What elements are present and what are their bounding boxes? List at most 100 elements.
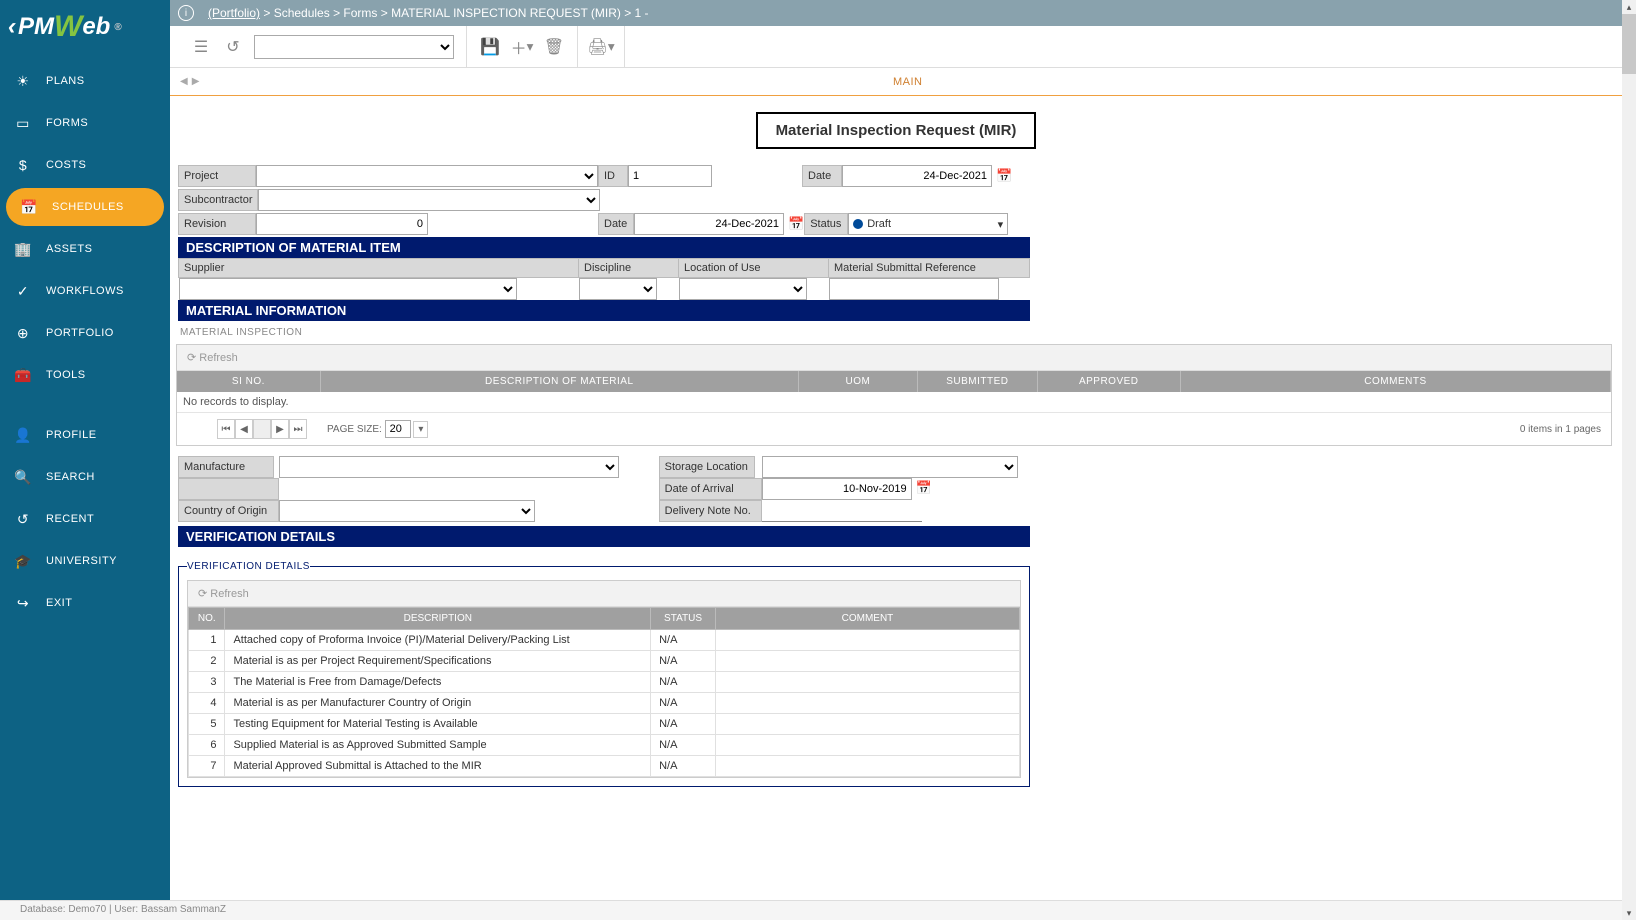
page-title: Material Inspection Request (MIR)	[756, 112, 1037, 149]
delete-icon[interactable]: 🗑	[543, 36, 565, 58]
table-row[interactable]: 6Supplied Material is as Approved Submit…	[189, 735, 1020, 756]
col-header[interactable]: NO.	[189, 608, 225, 630]
col-header[interactable]: DESCRIPTION	[225, 608, 651, 630]
tab-next-icon[interactable]: ▶	[192, 76, 200, 87]
delivery-input[interactable]	[762, 500, 922, 522]
manufacture-select[interactable]	[279, 456, 619, 478]
rev-date-label: Date	[598, 213, 634, 235]
table-row[interactable]: 3The Material is Free from Damage/Defect…	[189, 672, 1020, 693]
table-row[interactable]: 7Material Approved Submittal is Attached…	[189, 756, 1020, 777]
print-icon[interactable]: 🖨▾	[590, 36, 612, 58]
col-header[interactable]: UOM	[798, 371, 917, 392]
sidebar-item-forms[interactable]: ▭FORMS	[0, 102, 170, 144]
tools-icon: 🧰	[14, 366, 32, 384]
table-row[interactable]: 2Material is as per Project Requirement/…	[189, 651, 1020, 672]
sidebar-item-portfolio[interactable]: ⊕PORTFOLIO	[0, 312, 170, 354]
history-icon[interactable]: ↺	[222, 36, 244, 58]
discipline-select[interactable]	[579, 278, 657, 300]
sidebar-item-exit[interactable]: ↪EXIT	[0, 582, 170, 624]
id-label: ID	[598, 165, 628, 187]
col-header[interactable]: APPROVED	[1037, 371, 1180, 392]
sidebar-item-plans[interactable]: ☀PLANS	[0, 60, 170, 102]
revision-input[interactable]	[256, 213, 428, 235]
refresh-button[interactable]: Refresh	[210, 588, 249, 600]
rev-date-input[interactable]	[634, 213, 784, 235]
col-header[interactable]: COMMENT	[715, 608, 1019, 630]
plans-icon: ☀	[14, 72, 32, 90]
schedules-icon: 📅	[20, 198, 38, 216]
sidebar-item-label: UNIVERSITY	[46, 555, 117, 567]
list-icon[interactable]: ☰	[190, 36, 212, 58]
origin-select[interactable]	[279, 500, 535, 522]
arrival-input[interactable]	[762, 478, 912, 500]
tab-prev-icon[interactable]: ◀	[180, 76, 188, 87]
date-input[interactable]	[842, 165, 992, 187]
table-row[interactable]: 5Testing Equipment for Material Testing …	[189, 714, 1020, 735]
project-select[interactable]	[256, 165, 598, 187]
supplier-select[interactable]	[179, 278, 517, 300]
toolbar-select[interactable]	[254, 35, 454, 59]
status-select[interactable]: Draft ▾	[848, 213, 1008, 235]
sidebar-item-label: ASSETS	[46, 243, 92, 255]
sidebar-item-assets[interactable]: 🏢ASSETS	[0, 228, 170, 270]
scrollbar-vertical[interactable]: ▴ ▾	[1622, 0, 1636, 920]
subcontractor-select[interactable]	[258, 189, 600, 211]
breadcrumb-bar: i (Portfolio) > Schedules > Forms > MATE…	[170, 0, 1622, 26]
sidebar-item-profile[interactable]: 👤PROFILE	[0, 414, 170, 456]
section-verif: VERIFICATION DETAILS	[178, 526, 1030, 547]
sidebar-item-label: RECENT	[46, 513, 94, 525]
date-label: Date	[802, 165, 842, 187]
col-header[interactable]: SUBMITTED	[918, 371, 1037, 392]
col-header[interactable]: DESCRIPTION OF MATERIAL	[320, 371, 798, 392]
sidebar-item-schedules[interactable]: 📅SCHEDULES	[6, 188, 164, 226]
sidebar-item-costs[interactable]: $COSTS	[0, 144, 170, 186]
breadcrumb-path: > Schedules > Forms > MATERIAL INSPECTIO…	[260, 6, 649, 20]
pagesize-dropdown-icon[interactable]: ▾	[413, 421, 428, 438]
pager-first-icon[interactable]: ⏮	[217, 419, 235, 439]
app-logo: ‹PMWeb®	[0, 0, 170, 54]
calendar-icon[interactable]: 📅	[916, 480, 932, 495]
location-select[interactable]	[679, 278, 807, 300]
sidebar-item-workflows[interactable]: ✓WORKFLOWS	[0, 270, 170, 312]
add-icon[interactable]: ＋▾	[511, 36, 533, 58]
id-input[interactable]	[628, 165, 712, 187]
tab-main[interactable]: MAIN	[893, 76, 923, 88]
subcontractor-label: Subcontractor	[178, 189, 258, 211]
sidebar-item-tools[interactable]: 🧰TOOLS	[0, 354, 170, 396]
sidebar-item-label: PROFILE	[46, 429, 97, 441]
info-icon[interactable]: i	[178, 5, 194, 21]
pager-prev-icon[interactable]: ◀	[235, 419, 253, 439]
pager-info: 0 items in 1 pages	[1520, 424, 1601, 435]
table-row[interactable]: 1Attached copy of Proforma Invoice (PI)/…	[189, 630, 1020, 651]
sidebar-item-university[interactable]: 🎓UNIVERSITY	[0, 540, 170, 582]
pager-page	[253, 419, 271, 439]
refresh-icon[interactable]: ⟳	[187, 352, 199, 364]
calendar-icon[interactable]: 📅	[788, 216, 804, 232]
status-label: Status	[804, 213, 848, 235]
pager-last-icon[interactable]: ⏭	[289, 419, 307, 439]
col-header[interactable]: COMMENTS	[1180, 371, 1610, 392]
pager-next-icon[interactable]: ▶	[271, 419, 289, 439]
pagesize-input[interactable]	[385, 420, 411, 438]
col-header[interactable]: SI NO.	[177, 371, 320, 392]
sidebar-item-label: PORTFOLIO	[46, 327, 114, 339]
section-matinfo: MATERIAL INFORMATION	[178, 300, 1030, 321]
content: ◀ ▶ MAIN Material Inspection Request (MI…	[170, 68, 1622, 896]
scroll-thumb[interactable]	[1622, 14, 1636, 74]
refresh-button[interactable]: Refresh	[199, 352, 238, 364]
status-radio-icon	[853, 219, 863, 229]
sidebar-item-recent[interactable]: ↺ RECENT	[0, 498, 170, 540]
col-header[interactable]: STATUS	[651, 608, 716, 630]
scroll-down-icon[interactable]: ▾	[1622, 906, 1636, 920]
sidebar-item-search[interactable]: 🔍SEARCH	[0, 456, 170, 498]
save-icon[interactable]: 💾	[479, 36, 501, 58]
calendar-icon[interactable]: 📅	[996, 168, 1012, 184]
recent-icon: ↺	[14, 510, 32, 528]
storage-select[interactable]	[762, 456, 1018, 478]
matref-input[interactable]	[829, 278, 999, 300]
scroll-up-icon[interactable]: ▴	[1622, 0, 1636, 14]
table-row[interactable]: 4Material is as per Manufacturer Country…	[189, 693, 1020, 714]
breadcrumb-portfolio[interactable]: (Portfolio)	[208, 6, 260, 20]
refresh-icon[interactable]: ⟳	[198, 588, 210, 600]
project-label: Project	[178, 165, 256, 187]
